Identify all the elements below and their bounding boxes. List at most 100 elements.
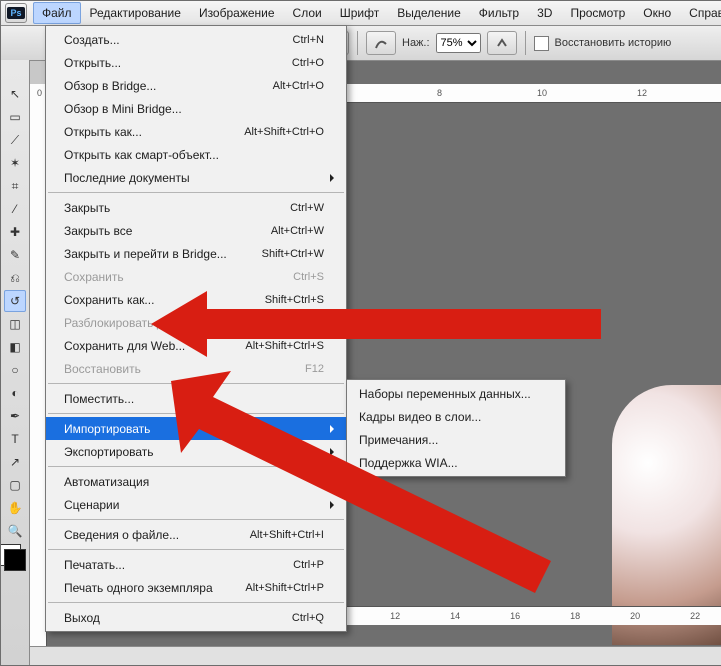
clone-stamp-tool[interactable]: ⎌ [4, 267, 26, 289]
brush-tool[interactable]: ✎ [4, 244, 26, 266]
menu-item-shortcut: Alt+Shift+Ctrl+S [245, 340, 324, 352]
menu-справ[interactable]: Справ [680, 2, 721, 24]
lasso-tool[interactable]: ⟋ [4, 129, 26, 151]
menu-item-shortcut: Alt+Shift+Ctrl+P [245, 582, 324, 594]
shape-tool[interactable]: ▢ [4, 474, 26, 496]
menu-item[interactable]: Автоматизация [46, 470, 346, 493]
menu-item[interactable]: Поместить... [46, 387, 346, 410]
menu-item-label: Восстановить [64, 362, 141, 376]
type-tool[interactable]: T [4, 428, 26, 450]
marquee-tool[interactable]: ▭ [4, 106, 26, 128]
menu-item[interactable]: Сохранить как... Shift+Ctrl+S [46, 288, 346, 311]
menu-item-shortcut: Shift+Ctrl+S [265, 294, 324, 306]
menu-item[interactable]: ВыходCtrl+Q [46, 606, 346, 629]
move-tool[interactable]: ↖ [4, 83, 26, 105]
opt-button-2[interactable] [487, 31, 517, 55]
svg-text:Ps: Ps [10, 8, 21, 18]
dodge-tool[interactable]: ◐ [4, 382, 26, 404]
menu-item-label: Экспортировать [64, 445, 154, 459]
history-brush-tool[interactable]: ↺ [4, 290, 26, 312]
menu-item-shortcut: Alt+Ctrl+O [273, 80, 324, 92]
menu-item[interactable]: Экспортировать [46, 440, 346, 463]
menu-item-label: Закрыть все [64, 224, 132, 238]
menu-item-label: Выход [64, 611, 100, 625]
color-swatch[interactable] [4, 549, 26, 571]
menu-item: Сохранить Ctrl+S [46, 265, 346, 288]
menu-item-label: Закрыть [64, 201, 110, 215]
menu-item[interactable]: Печатать...Ctrl+P [46, 553, 346, 576]
restore-history-checkbox[interactable] [534, 36, 549, 51]
file-menu-dropdown: Создать...Ctrl+N Открыть... Ctrl+O Обзор в … [45, 25, 347, 632]
scrollbar-horizontal[interactable] [29, 646, 721, 665]
menu-item[interactable]: Сведения о файле...Alt+Shift+Ctrl+I [46, 523, 346, 546]
menu-item-shortcut: Shift+Ctrl+W [262, 248, 324, 260]
menu-item[interactable]: Печать одного экземпляра Alt+Shift+Ctrl+P [46, 576, 346, 599]
menu-выделение[interactable]: Выделение [388, 2, 470, 24]
menu-item-shortcut: Alt+Ctrl+W [271, 225, 324, 237]
menu-item[interactable]: Обзор в Mini Bridge... [46, 97, 346, 120]
menu-item[interactable]: Сохранить для Web... Alt+Shift+Ctrl+S [46, 334, 346, 357]
menu-item-label: Сценарии [64, 498, 119, 512]
menu-item[interactable]: Открыть как смарт-объект... [46, 143, 346, 166]
menu-слои[interactable]: Слои [284, 2, 331, 24]
eyedropper-tool[interactable]: ⁄ [4, 198, 26, 220]
submenu-item[interactable]: Поддержка WIA... [347, 451, 565, 474]
menu-просмотр[interactable]: Просмотр [561, 2, 634, 24]
menu-item-label: Обзор в Mini Bridge... [64, 102, 182, 116]
menu-item-label: Поместить... [64, 392, 134, 406]
menu-item: Разблокировать для записи... [46, 311, 346, 334]
hand-tool[interactable]: ✋ [4, 497, 26, 519]
menu-item[interactable]: Закрыть и перейти в Bridge... Shift+Ctrl+… [46, 242, 346, 265]
menu-item-label: Сохранить как... [64, 293, 154, 307]
app-window: Ps ФайлРедактированиеИзображениеСлоиШриф… [0, 0, 721, 666]
menu-item[interactable]: Закрыть Ctrl+W [46, 196, 346, 219]
menu-item-label: Закрыть и перейти в Bridge... [64, 247, 227, 261]
submenu-item[interactable]: Наборы переменных данных... [347, 382, 565, 405]
submenu-item[interactable]: Примечания... [347, 428, 565, 451]
menu-item[interactable]: Открыть... Ctrl+O [46, 51, 346, 74]
eraser-tool[interactable]: ◫ [4, 313, 26, 335]
pen-tool[interactable]: ✒ [4, 405, 26, 427]
pressure-select[interactable]: 75% [436, 33, 481, 53]
menu-item[interactable]: Обзор в Bridge...Alt+Ctrl+O [46, 74, 346, 97]
menu-item-label: Разблокировать для записи... [64, 316, 229, 330]
menu-item-shortcut: Ctrl+N [293, 34, 324, 46]
airbrush-toggle-icon[interactable] [366, 31, 396, 55]
menu-шрифт[interactable]: Шрифт [331, 2, 388, 24]
submenu-item[interactable]: Кадры видео в слои... [347, 405, 565, 428]
menu-item-label: Импортировать [64, 422, 150, 436]
menu-item-shortcut: Ctrl+P [293, 559, 324, 571]
menu-файл[interactable]: Файл [33, 2, 81, 24]
menu-item[interactable]: Закрыть все Alt+Ctrl+W [46, 219, 346, 242]
blur-tool[interactable]: ○ [4, 359, 26, 381]
menu-item-shortcut: Alt+Shift+Ctrl+O [244, 126, 324, 138]
menu-редактирование[interactable]: Редактирование [81, 2, 190, 24]
menu-item[interactable]: Импортировать [46, 417, 346, 440]
menu-item-label: Открыть как... [64, 125, 142, 139]
menu-item[interactable]: Сценарии [46, 493, 346, 516]
menu-item-label: Автоматизация [64, 475, 149, 489]
menu-item-label: Сохранить [64, 270, 124, 284]
menu-3d[interactable]: 3D [528, 2, 561, 24]
menu-item-label: Открыть... [64, 56, 121, 70]
app-logo-icon[interactable]: Ps [5, 3, 27, 23]
healing-brush-tool[interactable]: ✚ [4, 221, 26, 243]
menu-item-label: Открыть как смарт-объект... [64, 148, 219, 162]
menu-item[interactable]: Открыть как... Alt+Shift+Ctrl+O [46, 120, 346, 143]
zoom-tool[interactable]: 🔍 [4, 520, 26, 542]
menu-item: ВосстановитьF12 [46, 357, 346, 380]
crop-tool[interactable]: ⌗ [4, 175, 26, 197]
path-select-tool[interactable]: ↗ [4, 451, 26, 473]
menu-item[interactable]: Последние документы [46, 166, 346, 189]
menu-item-label: Сохранить для Web... [64, 339, 185, 353]
menu-изображение[interactable]: Изображение [190, 2, 284, 24]
menu-фильтр[interactable]: Фильтр [470, 2, 528, 24]
menu-окно[interactable]: Окно [634, 2, 680, 24]
menu-item-shortcut: Ctrl+W [290, 202, 324, 214]
menu-item-label: Печать одного экземпляра [64, 581, 213, 595]
magic-wand-tool[interactable]: ✶ [4, 152, 26, 174]
menu-item-shortcut: Ctrl+S [293, 271, 324, 283]
gradient-tool[interactable]: ◧ [4, 336, 26, 358]
menu-item-shortcut: Ctrl+O [292, 57, 324, 69]
menu-item[interactable]: Создать...Ctrl+N [46, 28, 346, 51]
